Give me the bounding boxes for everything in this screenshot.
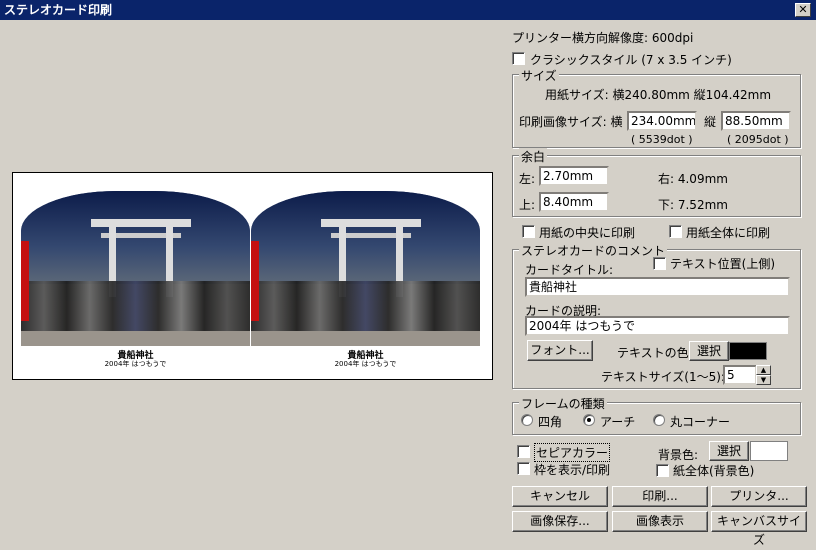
- classic-style-label: クラシックスタイル (7 x 3.5 インチ): [530, 53, 732, 67]
- card-desc-input[interactable]: 2004年 はつもうで: [525, 316, 790, 336]
- frame-arch-radio[interactable]: [583, 414, 595, 426]
- preview-image-right: [251, 191, 480, 346]
- printer-resolution: プリンター横方向解像度: 600dpi: [512, 31, 694, 45]
- full-print-label: 用紙全体に印刷: [686, 226, 771, 240]
- margin-bottom-text: 下: 7.52mm: [658, 198, 728, 212]
- size-group-label: サイズ: [519, 67, 559, 84]
- background-color-label: 背景色:: [658, 448, 699, 462]
- cancel-button[interactable]: キャンセル: [512, 486, 608, 507]
- center-print-checkbox[interactable]: [522, 225, 535, 238]
- text-size-spinner[interactable]: ▲ ▼: [756, 365, 771, 385]
- height-label: 縦: [704, 115, 717, 129]
- spin-up-icon[interactable]: ▲: [756, 365, 771, 375]
- text-color-select-button[interactable]: 選択: [689, 341, 729, 361]
- width-dots: ( 5539dot ): [631, 133, 693, 146]
- spin-down-icon[interactable]: ▼: [756, 375, 771, 385]
- background-color-swatch: [750, 441, 788, 461]
- print-button[interactable]: 印刷...: [612, 486, 708, 507]
- text-color-swatch: [729, 342, 767, 360]
- card-title-input[interactable]: 貴船神社: [525, 277, 790, 297]
- title-bar: ステレオカード印刷 ✕: [0, 0, 816, 20]
- show-image-button[interactable]: 画像表示: [612, 511, 708, 532]
- text-size-label: テキストサイズ(1〜5):: [601, 370, 725, 384]
- margin-right-text: 右: 4.09mm: [658, 172, 728, 186]
- printer-button[interactable]: プリンタ...: [711, 486, 807, 507]
- height-dots: ( 2095dot ): [727, 133, 789, 146]
- sepia-checkbox[interactable]: [517, 445, 530, 458]
- preview-image-left: [21, 191, 250, 346]
- print-size-label: 印刷画像サイズ: 横: [519, 115, 623, 129]
- margin-group-label: 余白: [519, 148, 548, 165]
- font-button[interactable]: フォント...: [527, 340, 593, 361]
- size-group: サイズ 用紙サイズ: 横240.80mm 縦104.42mm 印刷画像サイズ: …: [512, 67, 801, 148]
- text-position-label: テキスト位置(上側): [670, 257, 776, 271]
- whole-paper-label: 紙全体(背景色): [673, 464, 755, 478]
- text-size-input[interactable]: 5: [723, 365, 757, 385]
- frame-arch-label: アーチ: [600, 415, 636, 429]
- show-frame-checkbox[interactable]: [517, 462, 530, 475]
- margin-top-label: 上:: [519, 198, 536, 212]
- margin-left-input[interactable]: 2.70mm: [539, 166, 609, 186]
- background-color-select-button[interactable]: 選択: [709, 441, 749, 461]
- window-title: ステレオカード印刷: [4, 3, 113, 17]
- comment-group: ステレオカードのコメント カードタイトル: テキスト位置(上側) 貴船神社 カー…: [512, 242, 801, 389]
- frame-round-corner-radio[interactable]: [653, 414, 665, 426]
- center-print-label: 用紙の中央に印刷: [539, 226, 636, 240]
- text-position-checkbox[interactable]: [653, 257, 666, 270]
- close-icon: ✕: [798, 3, 808, 16]
- preview-caption-desc-left: 2004年 はつもうで: [104, 360, 167, 368]
- margin-group: 余白 左: 2.70mm 右: 4.09mm 上: 8.40mm 下: 7.52…: [512, 148, 801, 217]
- comment-group-label: ステレオカードのコメント: [519, 242, 668, 259]
- print-height-input[interactable]: 88.50mm: [721, 111, 791, 131]
- whole-paper-checkbox[interactable]: [656, 464, 669, 477]
- save-image-button[interactable]: 画像保存...: [512, 511, 608, 532]
- card-title-label: カードタイトル:: [525, 263, 614, 277]
- card-preview: 貴船神社 2004年 はつもうで 貴船神社 2004年 はつもうで: [12, 172, 493, 380]
- classic-style-checkbox[interactable]: [512, 52, 525, 65]
- show-frame-label: 枠を表示/印刷: [534, 463, 611, 477]
- stereo-card-print-dialog: ステレオカード印刷 ✕ 貴船神社 2004年 はつもうで 貴船神社 2004年 …: [0, 0, 816, 547]
- preview-caption-desc-right: 2004年 はつもうで: [334, 360, 397, 368]
- margin-left-label: 左:: [519, 172, 536, 186]
- frame-group-label: フレームの種類: [519, 395, 607, 412]
- full-print-checkbox[interactable]: [669, 225, 682, 238]
- print-width-input[interactable]: 234.00mm: [627, 111, 697, 131]
- frame-round-corner-label: 丸コーナー: [670, 415, 731, 429]
- canvas-size-button[interactable]: キャンバスサイズ: [711, 511, 807, 547]
- text-color-label: テキストの色:: [617, 346, 693, 360]
- frame-square-radio[interactable]: [521, 414, 533, 426]
- margin-top-input[interactable]: 8.40mm: [539, 192, 609, 212]
- paper-size-text: 用紙サイズ: 横240.80mm 縦104.42mm: [545, 88, 772, 102]
- close-button[interactable]: ✕: [795, 3, 811, 17]
- frame-group: フレームの種類 四角 アーチ 丸コーナー: [512, 395, 801, 435]
- sepia-label: セピアカラー: [534, 443, 611, 462]
- frame-square-label: 四角: [538, 415, 563, 429]
